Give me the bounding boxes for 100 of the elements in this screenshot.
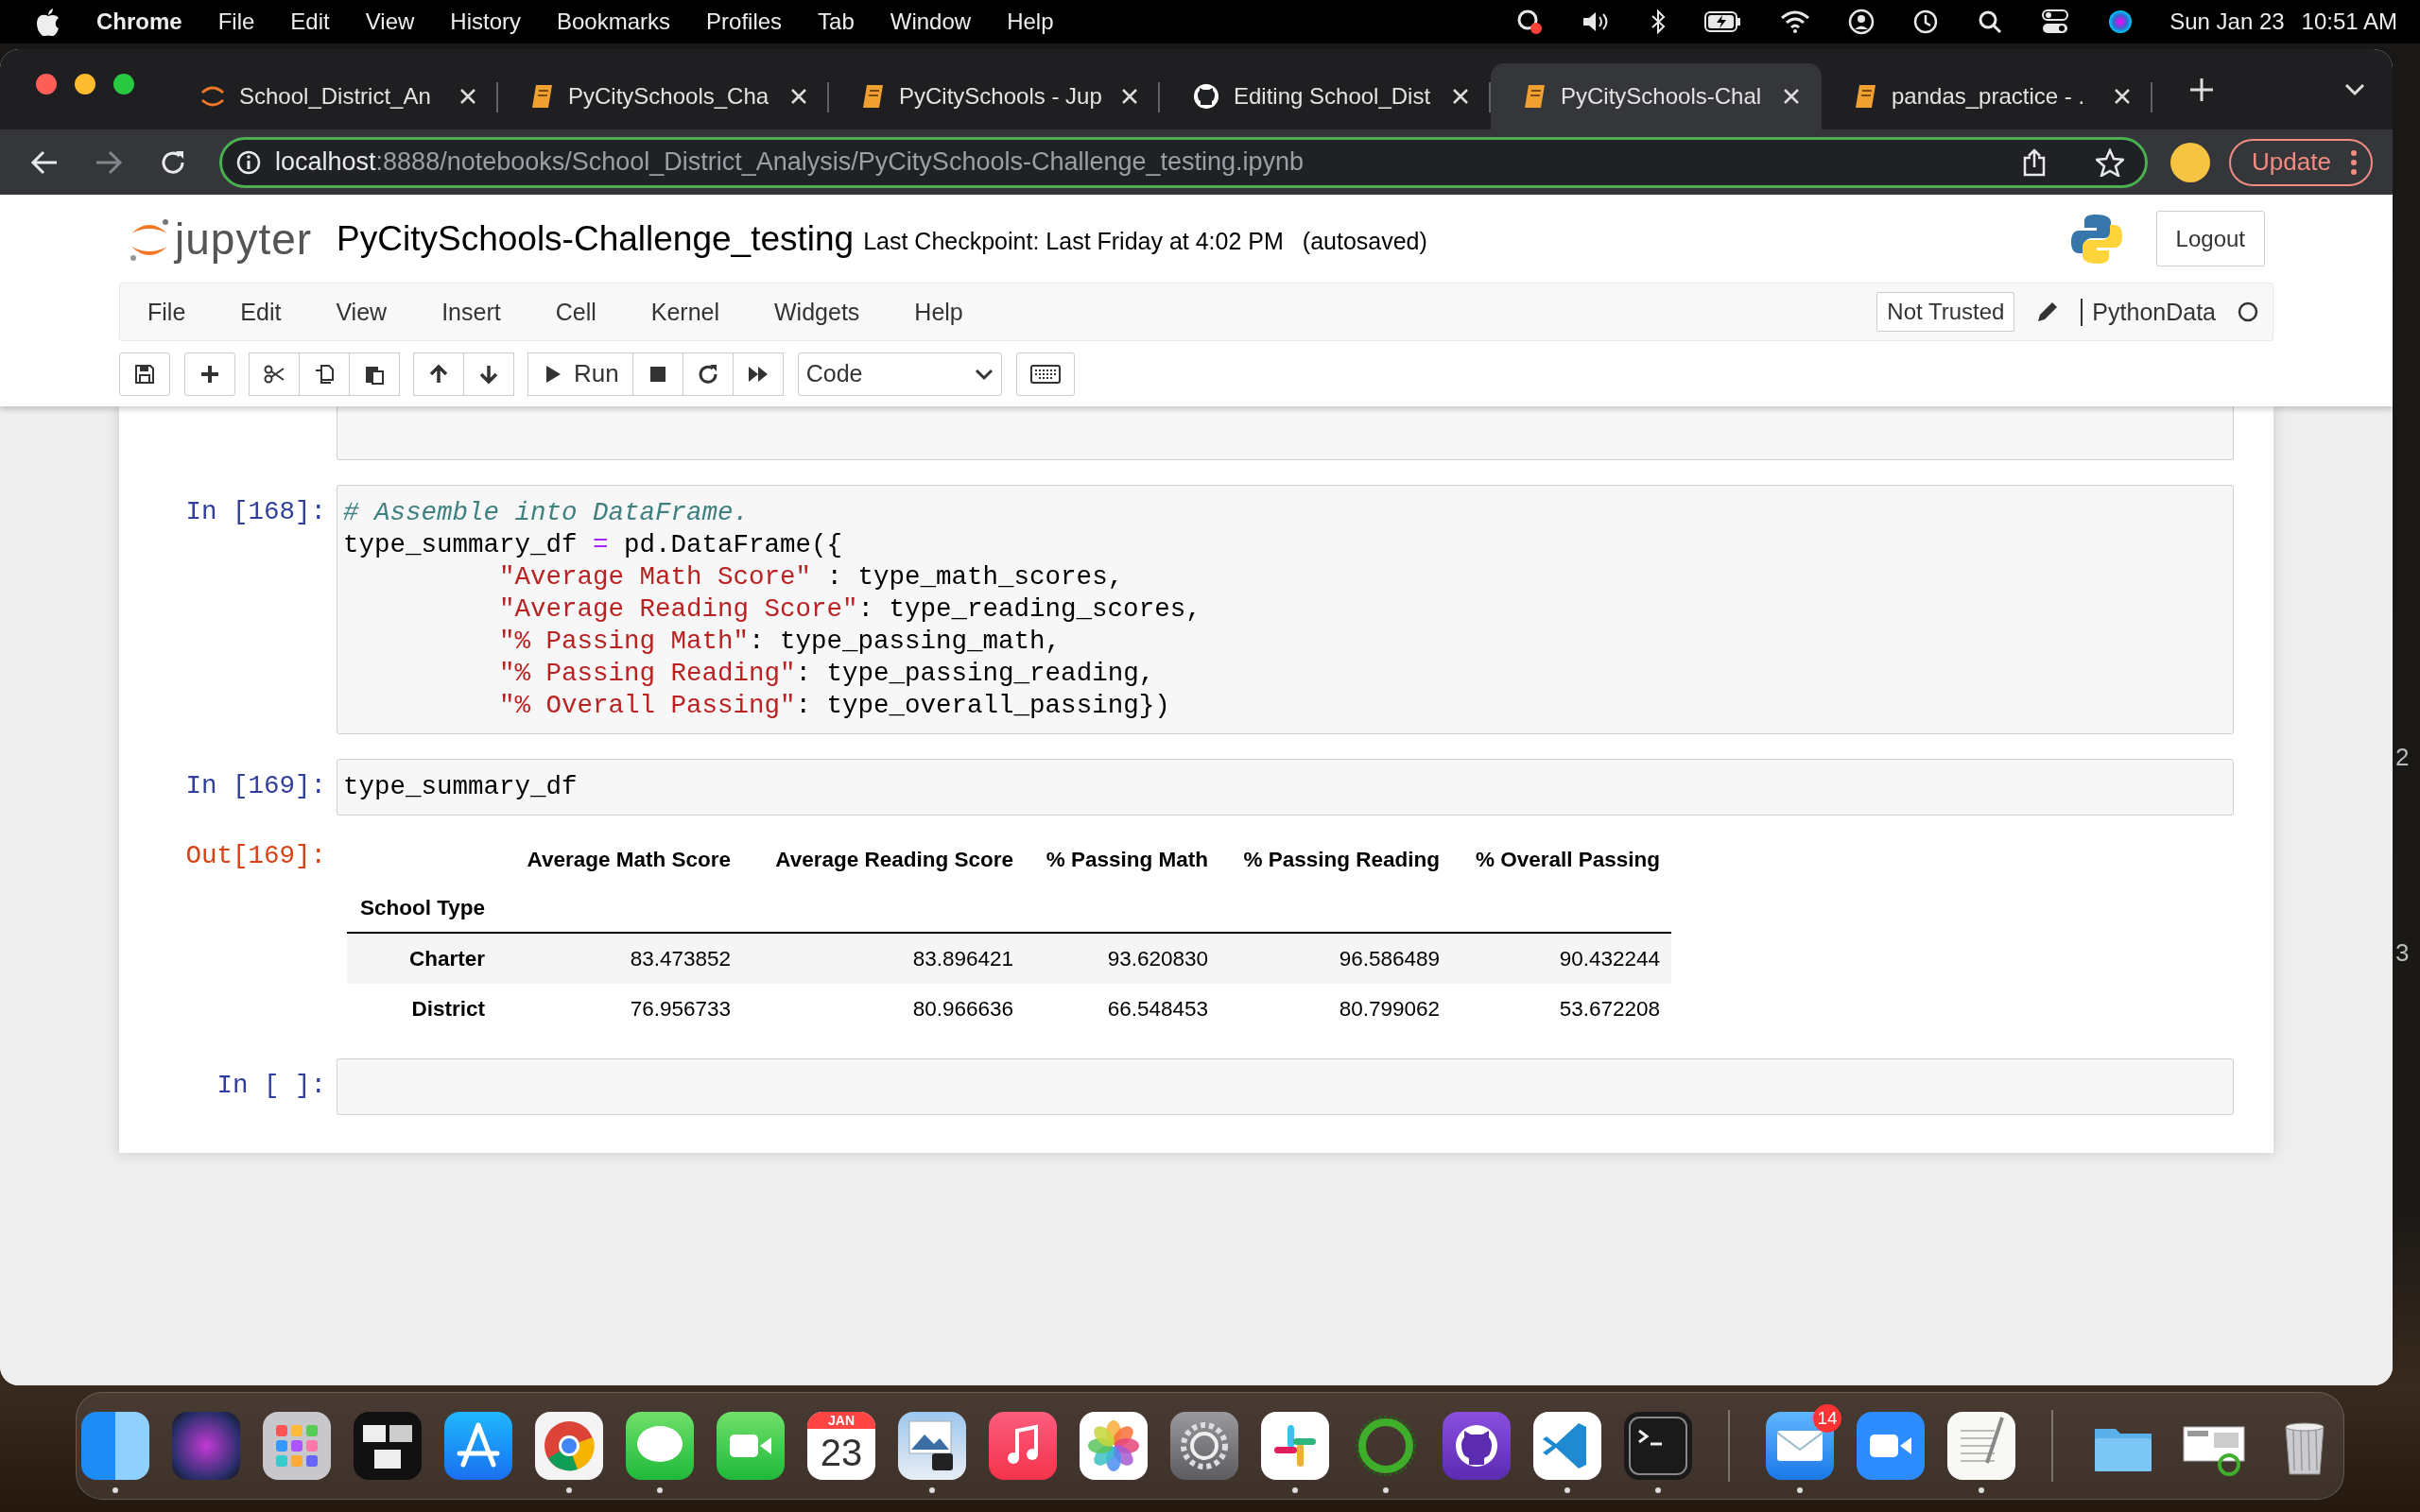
app-store-icon[interactable] — [444, 1412, 512, 1480]
address-field[interactable]: localhost:8888/notebooks/School_District_Analysis/PyCitySchools-Challenge_testing.ipynb — [219, 136, 2148, 188]
arrow-up-icon — [427, 362, 450, 386]
cell-type-dropdown[interactable]: Code — [797, 352, 1002, 396]
code-line: type_summary_df = pd.DataFrame({ — [343, 529, 843, 561]
code-cell[interactable] — [337, 406, 2234, 460]
menu-item[interactable]: View — [365, 9, 415, 35]
music-note-icon[interactable] — [989, 1412, 1057, 1480]
code-line: "% Passing Reading": type_passing_reading, — [498, 658, 1155, 690]
info-icon[interactable] — [235, 148, 262, 176]
browser-tab[interactable]: pandas_practice - . — [1822, 63, 2152, 129]
image-viewer-icon[interactable] — [898, 1412, 966, 1480]
close-icon[interactable] — [1120, 87, 1139, 106]
calendar-icon[interactable]: JAN 23 — [807, 1412, 875, 1480]
cat-icon — [1192, 82, 1220, 111]
browser-tab[interactable]: PyCitySchools_Cha — [498, 63, 829, 129]
column-header: Average Math Score — [526, 846, 732, 873]
copy-button[interactable] — [299, 352, 350, 396]
windows-icon[interactable] — [354, 1412, 422, 1480]
stop-button[interactable] — [631, 352, 683, 396]
user-icon — [1848, 9, 1876, 35]
close-window-button[interactable] — [36, 73, 57, 94]
save-button[interactable] — [119, 352, 170, 396]
menu-item[interactable]: Cell — [527, 298, 624, 326]
minimize-button[interactable] — [75, 73, 95, 94]
browser-tab[interactable]: Editing School_Dist — [1160, 63, 1491, 129]
insert-cell-button[interactable] — [184, 352, 235, 396]
menu-item[interactable]: Tab — [818, 9, 855, 35]
terminal-icon[interactable] — [1624, 1412, 1692, 1480]
menu-item[interactable]: Profiles — [706, 9, 783, 35]
browser-tab[interactable]: School_District_An — [167, 63, 498, 129]
menu-item[interactable]: Insert — [414, 298, 528, 326]
close-icon[interactable] — [2113, 87, 2132, 106]
keyboard-button[interactable] — [1015, 352, 1075, 396]
run-button[interactable]: Run — [527, 352, 633, 396]
close-icon[interactable] — [789, 87, 808, 106]
forward-arrow-icon[interactable] — [95, 148, 123, 176]
browser-tab[interactable]: PyCitySchools - Jup — [829, 63, 1160, 129]
menu-item[interactable]: Help — [1007, 9, 1054, 35]
caret-icon[interactable] — [2343, 81, 2366, 97]
battery-icon — [1704, 10, 1743, 33]
paste-button[interactable] — [349, 352, 400, 396]
menu-item[interactable]: Edit — [290, 9, 330, 35]
tab-title: PyCitySchools_Cha — [568, 83, 770, 110]
hash-icon[interactable] — [1261, 1412, 1329, 1480]
plus-icon[interactable] — [2188, 76, 2215, 103]
move-down-button[interactable] — [463, 352, 514, 396]
star-icon[interactable] — [2096, 147, 2124, 177]
menu-item[interactable]: Window — [890, 9, 972, 35]
menu-item[interactable]: Widgets — [747, 298, 888, 326]
menu-item[interactable]: File — [217, 9, 255, 35]
apple-icon[interactable] — [36, 8, 60, 36]
restart-button[interactable] — [682, 352, 734, 396]
calendar-day: 23 — [820, 1429, 863, 1476]
menu-item[interactable]: View — [308, 298, 415, 326]
cat-icon[interactable] — [1443, 1412, 1511, 1480]
trust-button[interactable]: Not Trusted — [1876, 292, 2015, 332]
code-editor-icon[interactable] — [1533, 1412, 1601, 1480]
move-up-button[interactable] — [413, 352, 464, 396]
code-cell[interactable] — [337, 485, 2234, 734]
run-all-button[interactable] — [732, 352, 784, 396]
share-icon[interactable] — [2022, 147, 2047, 177]
video-camera-icon[interactable] — [1857, 1412, 1925, 1480]
menu-item[interactable]: Bookmarks — [557, 9, 671, 35]
close-icon[interactable] — [1451, 87, 1470, 106]
column-header: % Passing Math — [1045, 846, 1209, 873]
profile-avatar[interactable] — [2170, 142, 2210, 182]
back-arrow-icon[interactable] — [30, 148, 59, 176]
menu-item[interactable]: Kernel — [623, 298, 747, 326]
chat-bubble-icon[interactable] — [626, 1412, 694, 1480]
code-cell[interactable] — [337, 1058, 2234, 1115]
flower-icon[interactable] — [1080, 1412, 1148, 1480]
menu-item[interactable]: Help — [887, 298, 991, 326]
voice-assistant-icon[interactable] — [172, 1412, 240, 1480]
logout-button[interactable]: Logout — [2155, 211, 2265, 266]
video-camera-icon[interactable] — [717, 1412, 785, 1480]
gear-icon[interactable] — [1170, 1412, 1238, 1480]
app-grid-icon[interactable] — [263, 1412, 331, 1480]
update-button[interactable]: Update — [2229, 138, 2373, 186]
menu-item[interactable]: History — [450, 9, 521, 35]
browser-icon[interactable] — [535, 1412, 603, 1480]
close-icon[interactable] — [1782, 87, 1801, 106]
close-icon[interactable] — [458, 87, 477, 106]
menu-item[interactable]: Chrome — [96, 9, 182, 35]
menu-item[interactable]: Edit — [213, 298, 309, 326]
zoom-button[interactable] — [113, 73, 134, 94]
file-manager-icon[interactable] — [81, 1412, 149, 1480]
cell-prompt: In [168]: — [184, 496, 327, 528]
notepad-icon[interactable] — [1947, 1412, 2015, 1480]
browser-tab[interactable]: PyCitySchools-Chal — [1491, 63, 1822, 129]
code-line: "Average Math Score" : type_math_scores, — [498, 561, 1124, 593]
cut-button[interactable] — [249, 352, 300, 396]
notebook-title[interactable]: PyCitySchools-Challenge_testing — [337, 218, 855, 259]
book-icon — [861, 83, 886, 110]
notification-badge: 14 — [1813, 1404, 1841, 1433]
code-cell[interactable]: type_summary_df — [337, 759, 2234, 816]
autosave-status: (autosaved) — [1302, 228, 1427, 255]
row-header: Charter — [347, 933, 496, 984]
table-cell: 83.473852 — [496, 933, 742, 984]
menu-item[interactable]: File — [120, 298, 214, 326]
